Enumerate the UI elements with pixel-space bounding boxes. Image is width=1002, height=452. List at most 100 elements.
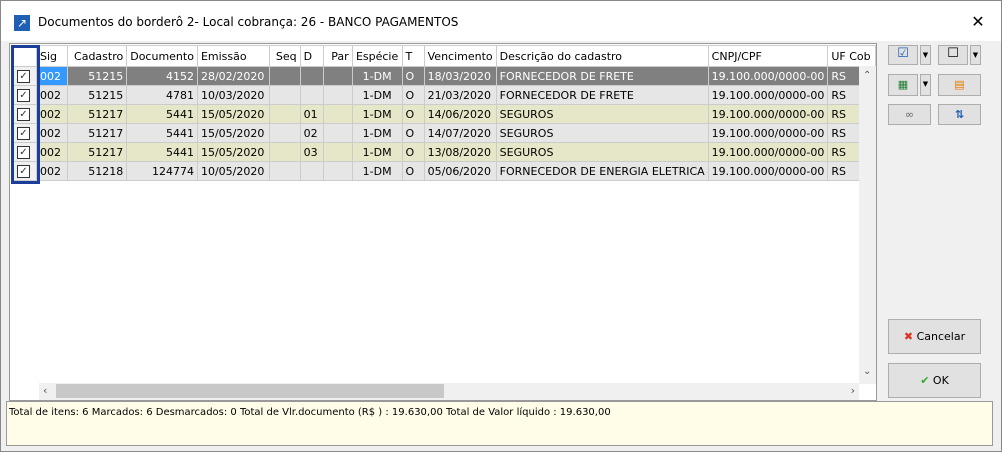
title-bar: ↗ Documentos do borderô 2- Local cobranç… <box>1 1 1001 41</box>
cell-vencimento: 14/06/2020 <box>424 104 497 124</box>
cell-seq <box>269 66 301 86</box>
cell-especie: 1-DM <box>352 85 403 105</box>
dialog-window: ↗ Documentos do borderô 2- Local cobranç… <box>0 0 1002 452</box>
table-row[interactable]: ✓ 002 51217 5441 15/05/2020 01 1-DM O 14/06/2020… <box>11 104 876 124</box>
column-header[interactable]: Cadastro <box>67 45 128 67</box>
sort-button[interactable]: ⇅ <box>938 104 981 125</box>
uncheck-all-button[interactable]: ☐ <box>938 45 968 65</box>
uncheck-all-dropdown[interactable]: ▼ <box>970 45 981 65</box>
cell-descricao: FORNECEDOR DE FRETE <box>496 85 709 105</box>
horizontal-scrollbar[interactable]: ‹ › <box>39 383 859 400</box>
documents-grid: Sig Cadastro Documento Emissão Seq D Par Espéci… <box>9 43 877 401</box>
row-checkbox-cell: ✓ <box>11 123 37 143</box>
documents-table: Sig Cadastro Documento Emissão Seq D Par Espéci… <box>11 45 876 181</box>
row-checkbox[interactable]: ✓ <box>17 88 30 102</box>
check-all-button[interactable]: ☑ <box>888 45 918 65</box>
cell-documento: 4152 <box>126 66 198 86</box>
table-row[interactable]: ✓ 002 51218 124774 10/05/2020 1-DM O 05/06/2020… <box>11 161 876 181</box>
cell-t: O <box>402 161 425 181</box>
column-header[interactable]: Descrição do cadastro <box>496 45 709 67</box>
cell-documento: 4781 <box>126 85 198 105</box>
horizontal-scroll-thumb[interactable] <box>56 384 444 398</box>
row-checkbox-cell: ✓ <box>11 66 37 86</box>
cell-cadastro: 51215 <box>67 85 128 105</box>
cell-descricao: FORNECEDOR DE ENERGIA ELETRICA <box>496 161 709 181</box>
cell-cnpj: 19.100.000/0000-00 <box>708 161 829 181</box>
scroll-down-icon[interactable]: ⌄ <box>863 366 871 377</box>
vertical-scrollbar[interactable]: ⌃ ⌄ <box>859 66 876 384</box>
cell-emissao: 28/02/2020 <box>197 66 270 86</box>
cell-seq <box>269 142 301 162</box>
cell-t: O <box>402 85 425 105</box>
cell-emissao: 15/05/2020 <box>197 123 270 143</box>
row-checkbox[interactable]: ✓ <box>17 164 30 178</box>
table-row[interactable]: ✓ 002 51215 4781 10/03/2020 1-DM O 21/03/2020 FO… <box>11 85 876 105</box>
checked-box-icon: ☑ <box>897 46 909 61</box>
cell-seq <box>269 85 301 105</box>
cell-par <box>323 123 353 143</box>
row-checkbox-cell: ✓ <box>11 85 37 105</box>
cell-especie: 1-DM <box>352 142 403 162</box>
row-checkbox[interactable]: ✓ <box>17 126 30 140</box>
cell-d <box>300 161 324 181</box>
column-header[interactable]: Documento <box>126 45 198 67</box>
cell-sig: 002 <box>36 66 69 86</box>
column-header[interactable]: Seq <box>269 45 301 67</box>
column-header[interactable] <box>11 45 37 67</box>
column-header[interactable]: UF Cob <box>827 45 876 67</box>
cell-sig: 002 <box>36 104 69 124</box>
cell-cadastro: 51215 <box>67 66 128 86</box>
column-header[interactable]: D <box>300 45 324 67</box>
export-excel-dropdown[interactable]: ▼ <box>920 74 931 96</box>
dropdown-arrow-icon: ▼ <box>922 51 929 59</box>
row-checkbox[interactable]: ✓ <box>17 145 30 159</box>
dropdown-arrow-icon: ▼ <box>922 80 929 88</box>
cell-d <box>300 66 324 86</box>
sort-icon: ⇅ <box>954 108 965 121</box>
scroll-up-icon[interactable]: ⌃ <box>863 70 871 81</box>
binoculars-icon: ∞ <box>904 108 915 121</box>
cell-vencimento: 05/06/2020 <box>424 161 497 181</box>
cell-cadastro: 51218 <box>67 161 128 181</box>
app-icon: ↗ <box>14 15 30 31</box>
cell-sig: 002 <box>36 85 69 105</box>
table-row[interactable]: ✓ 002 51215 4152 28/02/2020 1-DM O 18/03/2020 FO… <box>11 66 876 86</box>
empty-box-icon: ☐ <box>947 46 959 61</box>
column-header[interactable]: Vencimento <box>424 45 497 67</box>
column-header[interactable]: Sig <box>36 45 69 67</box>
close-button[interactable]: ✕ <box>965 10 991 34</box>
row-checkbox-cell: ✓ <box>11 161 37 181</box>
column-header[interactable]: CNPJ/CPF <box>708 45 829 67</box>
cell-t: O <box>402 66 425 86</box>
cell-seq <box>269 104 301 124</box>
cell-documento: 5441 <box>126 123 198 143</box>
cell-sig: 002 <box>36 142 69 162</box>
row-checkbox[interactable]: ✓ <box>17 69 30 83</box>
column-header[interactable]: T <box>402 45 425 67</box>
row-checkbox-cell: ✓ <box>11 104 37 124</box>
cell-cnpj: 19.100.000/0000-00 <box>708 104 829 124</box>
scroll-left-icon[interactable]: ‹ <box>43 384 47 397</box>
cell-descricao: SEGUROS <box>496 142 709 162</box>
search-button[interactable]: ∞ <box>888 104 931 125</box>
ok-button[interactable]: ✔ OK <box>888 363 981 398</box>
column-header[interactable]: Emissão <box>197 45 270 67</box>
cell-par <box>323 142 353 162</box>
table-row[interactable]: ✓ 002 51217 5441 15/05/2020 03 1-DM O 13/08/2020… <box>11 142 876 162</box>
report-button[interactable]: ▤ <box>938 74 981 96</box>
table-row[interactable]: ✓ 002 51217 5441 15/05/2020 02 1-DM O 14/07/2020… <box>11 123 876 143</box>
cell-par <box>323 161 353 181</box>
cancel-button[interactable]: ✖ Cancelar <box>888 319 981 354</box>
check-all-dropdown[interactable]: ▼ <box>920 45 931 65</box>
row-checkbox[interactable]: ✓ <box>17 107 30 121</box>
cell-vencimento: 18/03/2020 <box>424 66 497 86</box>
cell-vencimento: 21/03/2020 <box>424 85 497 105</box>
scroll-right-icon[interactable]: › <box>851 384 855 397</box>
cell-descricao: SEGUROS <box>496 104 709 124</box>
column-header[interactable]: Par <box>323 45 353 67</box>
export-excel-button[interactable]: ▦ <box>888 74 918 96</box>
cell-t: O <box>402 142 425 162</box>
cell-especie: 1-DM <box>352 161 403 181</box>
cell-descricao: FORNECEDOR DE FRETE <box>496 66 709 86</box>
column-header[interactable]: Espécie <box>352 45 403 67</box>
